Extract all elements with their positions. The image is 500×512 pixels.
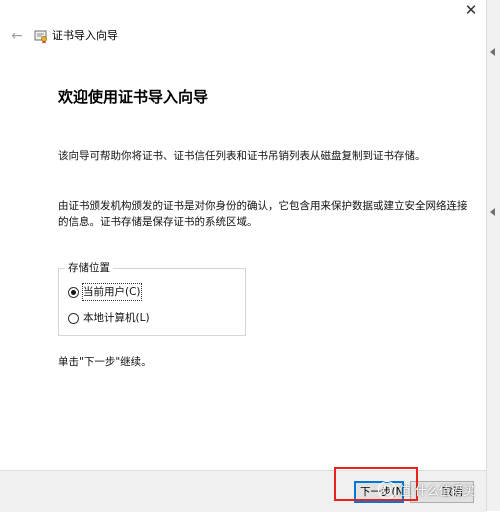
background-window-edge (486, 0, 500, 511)
nav-bar: ← 证书导入向导 (0, 22, 486, 52)
back-arrow-icon[interactable]: ← (8, 26, 26, 46)
certificate-icon (34, 30, 47, 44)
radio-local-machine[interactable]: 本地计算机(L) (68, 309, 150, 327)
scroll-left-arrow-icon (490, 208, 495, 216)
scroll-left-arrow-icon (490, 48, 495, 56)
radio-current-user-button[interactable] (68, 286, 79, 298)
close-icon[interactable]: ✕ (456, 0, 486, 22)
title-bar: ✕ (0, 0, 486, 22)
radio-local-machine-button[interactable] (68, 312, 79, 324)
window-title: 证书导入向导 (52, 29, 118, 42)
radio-current-user-label[interactable]: 当前用户(C) (82, 283, 142, 301)
description-text: 由证书颁发机构颁发的证书是对你身份的确认，它包含用来保护数据或建立安全网络连接的… (58, 200, 468, 228)
certificate-import-wizard-dialog: ✕ ← 证书导入向导 欢迎使用证书导入向导 该向导可帮助你将证书、证书信任列表和… (0, 0, 486, 512)
intro-text: 该向导可帮助你将证书、证书信任列表和证书吊销列表从磁盘复制到证书存储。 (58, 150, 426, 162)
store-location-label: 存储位置 (65, 260, 113, 276)
watermark-logo-icon (378, 481, 396, 499)
watermark-text: 值 什么值得买 (399, 483, 475, 498)
radio-local-machine-label[interactable]: 本地计算机(L) (83, 310, 150, 326)
store-location-group: 存储位置 当前用户(C) 本地计算机(L) (58, 260, 246, 336)
continue-hint: 单击"下一步"继续。 (58, 356, 152, 368)
watermark: 值 什么值得买 (378, 479, 475, 501)
page-heading: 欢迎使用证书导入向导 (58, 88, 209, 106)
radio-current-user[interactable]: 当前用户(C) (68, 283, 142, 301)
